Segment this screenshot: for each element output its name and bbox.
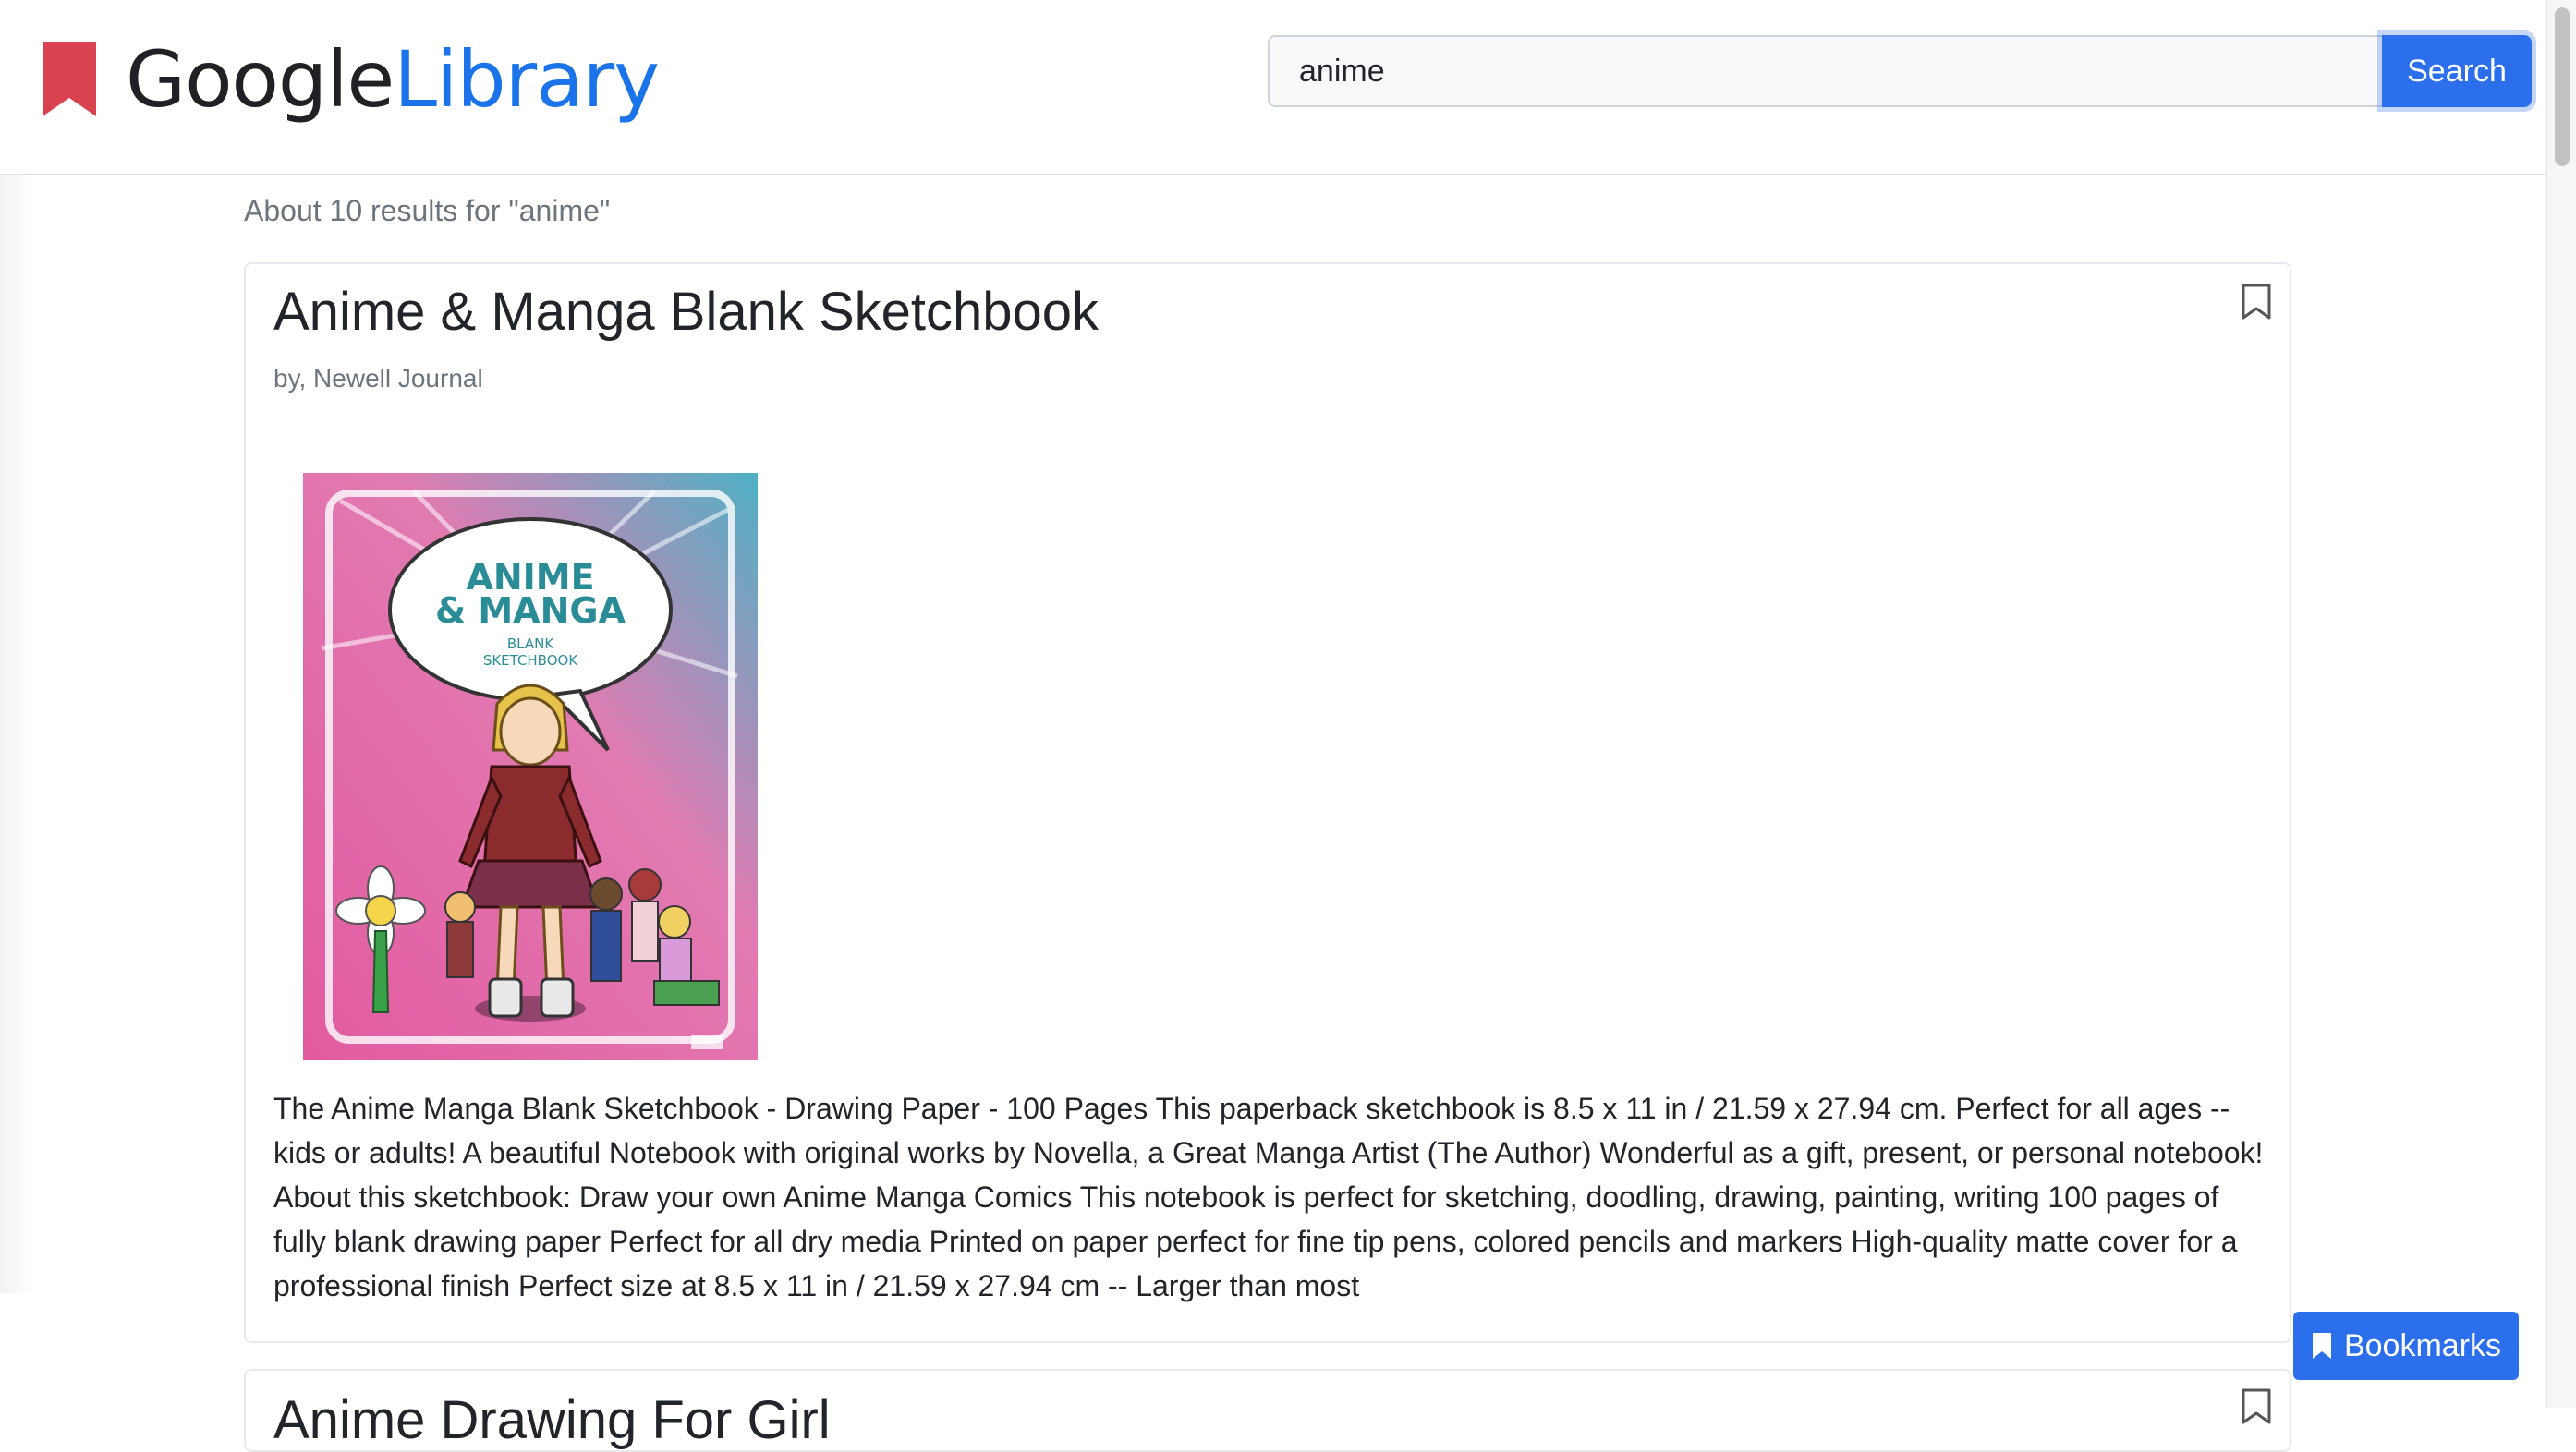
bookmark-icon [43,42,96,116]
site-logo[interactable]: GoogleLibrary [41,41,660,118]
bookmarks-button[interactable]: Bookmarks [2293,1312,2519,1380]
logo-wordmark: GoogleLibrary [126,41,660,118]
page-scrollbar[interactable] [2546,0,2576,1408]
book-author: by, Newell Journal [273,364,483,393]
bookmark-icon[interactable] [2240,1387,2273,1426]
search-button[interactable]: Search [2382,35,2532,107]
search-form: Search [1268,35,2532,107]
result-card: Anime Drawing For Girl [244,1369,2291,1452]
logo-google-text: Google [126,34,395,125]
results-summary: About 10 results for "anime" [244,194,611,227]
book-title[interactable]: Anime Drawing For Girl [273,1389,831,1451]
result-card: Anime & Manga Blank Sketchbook by, Newel… [244,262,2291,1343]
cover-title-line2: & MANGA [435,590,626,631]
cover-subtitle-line1: BLANK [507,635,554,652]
bookmark-icon[interactable] [2240,283,2273,321]
site-header: GoogleLibrary Search [0,0,2546,175]
book-title[interactable]: Anime & Manga Blank Sketchbook [273,281,1099,343]
scrollbar-thumb[interactable] [2555,7,2570,166]
bookmarks-button-label: Bookmarks [2343,1327,2502,1363]
book-cover-image[interactable]: ANIME & MANGA BLANK SKETCHBOOK [303,473,758,1060]
page-edge-shadow [0,175,33,1293]
bookmark-icon [2312,1333,2331,1359]
book-description: The Anime Manga Blank Sketchbook - Drawi… [273,1092,2264,1302]
search-input[interactable] [1268,35,2382,107]
cover-subtitle-line2: SKETCHBOOK [483,652,579,669]
logo-library-text: Library [394,34,660,125]
